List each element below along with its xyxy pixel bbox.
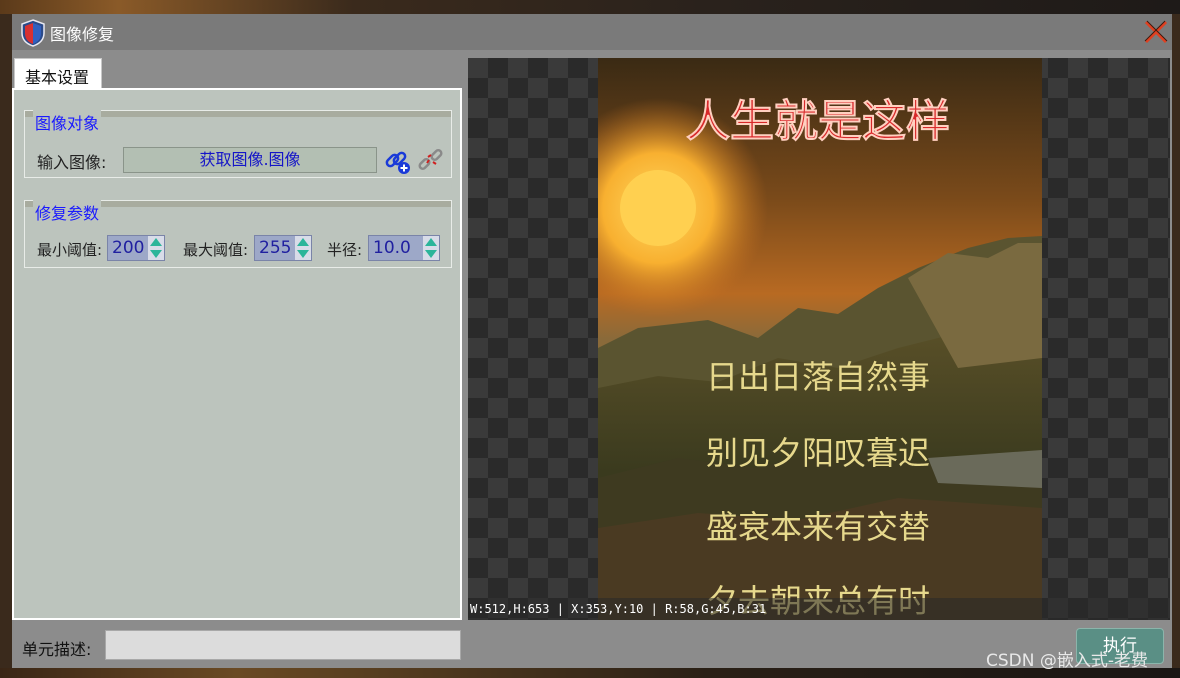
close-icon[interactable] <box>1142 18 1170 46</box>
watermark-text: CSDN @嵌入式-老费 <box>986 651 1149 671</box>
radius-spinbox[interactable]: 10.0 <box>368 235 440 261</box>
min-threshold-label: 最小阈值: <box>37 241 103 259</box>
title-bar: 图像修复 <box>12 14 1172 50</box>
group-title: 修复参数 <box>33 200 102 224</box>
source-image-button[interactable]: 获取图像.图像 <box>123 147 377 173</box>
description-input[interactable] <box>105 630 461 660</box>
link-icon[interactable] <box>383 147 411 175</box>
spin-arrows-icon[interactable] <box>423 236 439 260</box>
unlink-icon[interactable] <box>417 147 445 175</box>
spin-arrows-icon[interactable] <box>148 236 164 260</box>
input-image-label: 输入图像: <box>37 153 107 172</box>
window-title: 图像修复 <box>50 25 115 44</box>
max-threshold-label: 最大阈值: <box>183 241 249 259</box>
image-object-group: 图像对象 输入图像: 获取图像.图像 <box>24 110 452 178</box>
description-label: 单元描述: <box>22 640 92 659</box>
spinbox-value: 255 <box>259 238 292 258</box>
dialog-window: 图像修复 基本设置 图像对象 输入图像: 获取图像.图像 修复参数 最小阈值: … <box>12 14 1172 670</box>
spinbox-value: 10.0 <box>373 238 411 258</box>
group-title: 图像对象 <box>33 110 102 134</box>
spin-arrows-icon[interactable] <box>295 236 311 260</box>
poem-title: 人生就是这样 <box>686 96 950 147</box>
shield-icon <box>21 19 45 47</box>
poem-line: 日出日落自然事 <box>706 358 930 396</box>
poem-line: 别见夕阳叹暮迟 <box>706 434 930 472</box>
tab-basic-settings[interactable]: 基本设置 <box>14 58 102 88</box>
settings-panel: 图像对象 输入图像: 获取图像.图像 修复参数 最小阈值: 200 最大阈值: … <box>12 88 462 620</box>
spinbox-value: 200 <box>112 238 145 258</box>
repair-params-group: 修复参数 最小阈值: 200 最大阈值: 255 半径: 10.0 <box>24 200 452 268</box>
background-top <box>0 0 1180 14</box>
pixel-info-statusbar: W:512,H:653 | X:353,Y:10 | R:58,G:45,B:3… <box>468 598 1170 620</box>
preview-image: 人生就是这样 日出日落自然事 别见夕阳叹暮迟 盛衰本来有交替 夕去朝来总有时 <box>598 58 1042 620</box>
max-threshold-spinbox[interactable]: 255 <box>254 235 312 261</box>
min-threshold-spinbox[interactable]: 200 <box>107 235 165 261</box>
image-preview-canvas[interactable]: 人生就是这样 日出日落自然事 别见夕阳叹暮迟 盛衰本来有交替 夕去朝来总有时 W… <box>468 58 1170 620</box>
poem-line: 盛衰本来有交替 <box>706 508 930 546</box>
radius-label: 半径: <box>327 241 363 259</box>
tab-label: 基本设置 <box>25 68 90 87</box>
